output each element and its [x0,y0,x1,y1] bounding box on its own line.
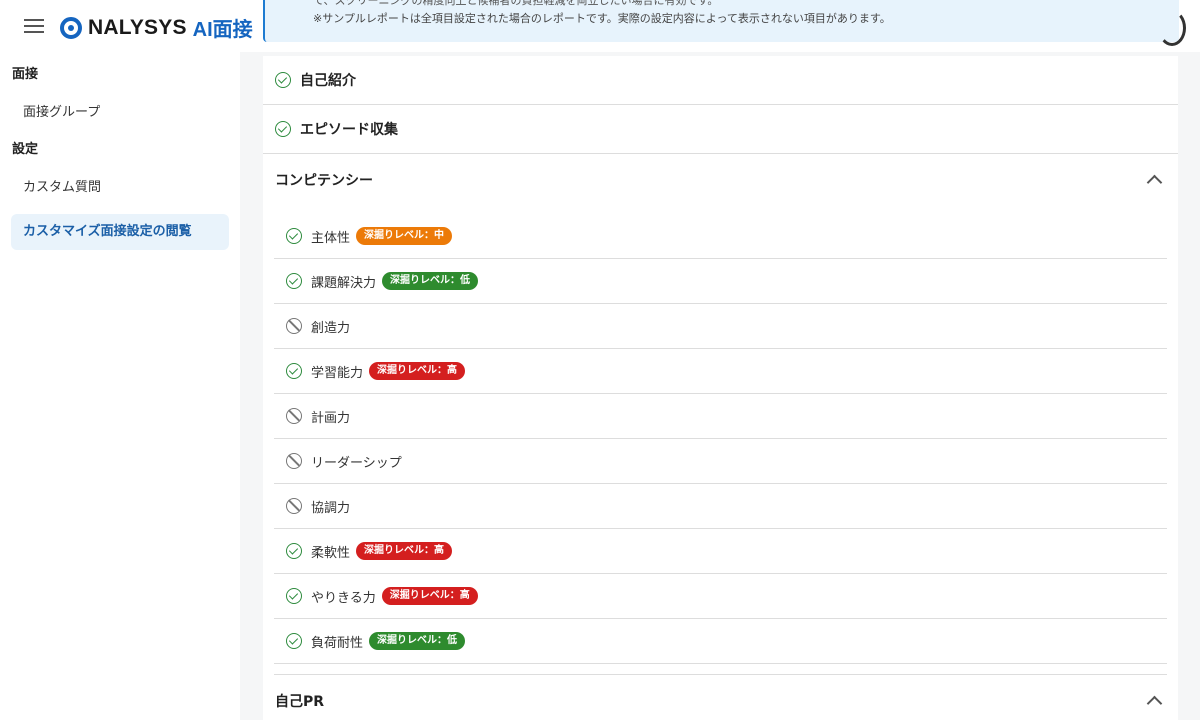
check-circle-icon [286,228,302,244]
competency-item[interactable]: やりきる力 深掘りレベル：高 [274,574,1167,619]
logo-mark-icon [60,16,82,39]
depth-level-badge: 深掘りレベル：高 [356,542,453,560]
competency-item[interactable]: 計画力 [274,394,1167,439]
competency-item[interactable]: リーダーシップ [274,439,1167,484]
sidebar-item-custom-questions[interactable]: カスタム質問 [0,165,240,202]
check-circle-icon [275,121,291,137]
app-logo[interactable]: NALYSYS AI面接 [60,13,253,42]
row-label: 自己紹介 [300,73,356,89]
sidebar-section-settings: 設定 [12,142,39,157]
chevron-up-icon[interactable] [1146,693,1162,709]
depth-level-badge: 深掘りレベル：中 [356,227,453,245]
disabled-icon [286,408,302,424]
check-circle-icon [286,543,302,559]
sidebar-section-interview: 面接 [12,67,39,82]
section-divider [274,664,1167,675]
competency-item[interactable]: 協調力 [274,484,1167,529]
competency-label: 柔軟性 [311,545,351,561]
disabled-icon [286,498,302,514]
competency-label: 協調力 [311,500,351,516]
main-content: 自己紹介 エピソード収集 コンピテンシー 主体性 深掘りレベル：中 課題解決力 深掘り… [263,56,1178,720]
check-circle-icon [286,588,302,604]
competency-label: 課題解決力 [311,275,377,291]
competency-label: 学習能力 [311,365,364,381]
check-circle-icon [286,273,302,289]
competency-label: 負荷耐性 [311,635,364,651]
depth-level-badge: 深掘りレベル：高 [369,362,466,380]
competency-item[interactable]: 創造力 [274,304,1167,349]
competency-item[interactable]: 柔軟性 深掘りレベル：高 [274,529,1167,574]
check-circle-icon [275,72,291,88]
row-label: エピソード収集 [300,122,398,138]
chevron-up-icon[interactable] [1146,172,1162,188]
row-episode-collection[interactable]: エピソード収集 [263,105,1178,154]
competency-item[interactable]: 課題解決力 深掘りレベル：低 [274,259,1167,304]
depth-level-badge: 深掘りレベル：低 [369,632,466,650]
competency-list: 主体性 深掘りレベル：中 課題解決力 深掘りレベル：低 創造力 学習能力 深掘りレベル：高計… [263,206,1178,664]
competency-item[interactable]: 学習能力 深掘りレベル：高 [274,349,1167,394]
competency-label: 創造力 [311,320,351,336]
sidebar-item-interview-group[interactable]: 面接グループ [0,90,240,127]
top-bar: NALYSYS AI面接 て、スクリーニングの精度向上と候補者の負担軽減を両立し… [0,0,1200,52]
row-self-introduction[interactable]: 自己紹介 [263,56,1178,105]
depth-level-badge: 深掘りレベル：高 [381,587,478,605]
notice-line-2: ※サンプルレポートは全項目設定された場合のレポートです。実際の設定内容によって表… [313,12,891,25]
hamburger-icon[interactable] [24,16,44,36]
competency-label: 計画力 [311,410,351,426]
competency-label: 主体性 [311,230,351,246]
competency-section-header[interactable]: コンピテンシー [263,154,1178,206]
disabled-icon [286,318,302,334]
user-avatar[interactable] [1158,10,1186,46]
self-pr-section-header[interactable]: 自己PR [263,675,1178,720]
sidebar-item-customized-interview-settings[interactable]: カスタマイズ面接設定の閲覧 [11,214,229,250]
logo-sub-text: AI面接 [192,19,253,41]
competency-title: コンピテンシー [275,173,373,189]
notice-line-1: て、スクリーニングの精度向上と候補者の負担軽減を両立したい場合に有効です。 [313,0,719,7]
check-circle-icon [286,363,302,379]
competency-label: リーダーシップ [311,455,402,471]
sidebar: 面接 面接グループ 設定 カスタム質問 カスタマイズ面接設定の閲覧 [0,52,240,720]
depth-level-badge: 深掘りレベル：低 [382,272,479,290]
competency-item[interactable]: 負荷耐性 深掘りレベル：低 [274,619,1167,664]
info-notice: て、スクリーニングの精度向上と候補者の負担軽減を両立したい場合に有効です。 ※サ… [263,0,1179,42]
competency-item[interactable]: 主体性 深掘りレベル：中 [274,214,1167,259]
competency-label: やりきる力 [311,590,376,606]
disabled-icon [286,453,302,469]
logo-text: NALYSYS [88,15,187,39]
check-circle-icon [286,633,302,649]
self-pr-title: 自己PR [275,694,325,710]
